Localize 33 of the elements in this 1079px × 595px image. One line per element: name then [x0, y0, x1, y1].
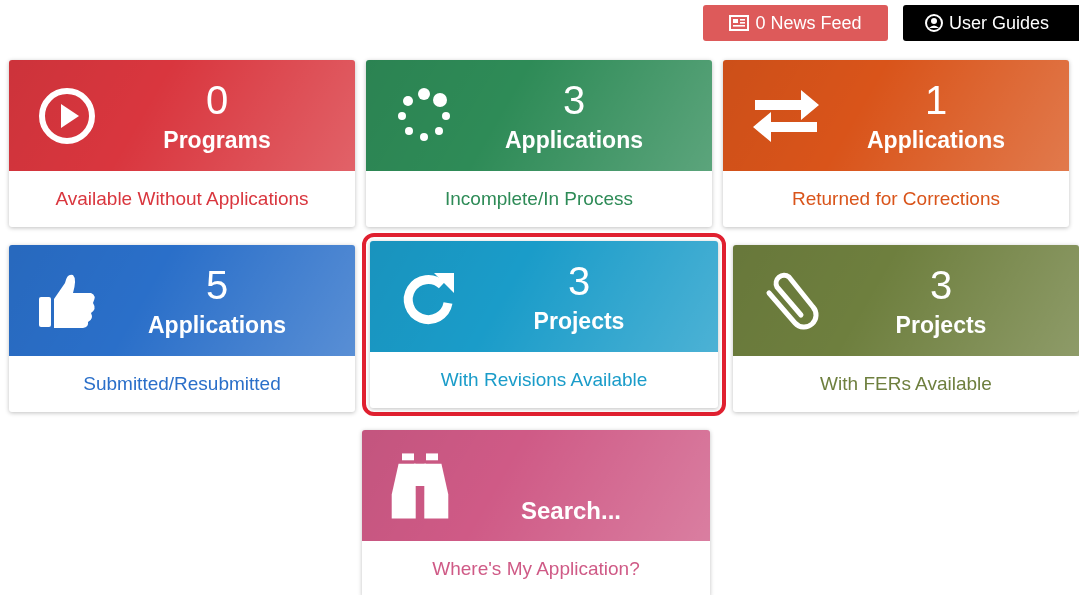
tile-subtitle: With Revisions Available — [440, 369, 648, 391]
tile-subtitle: With FERs Available — [820, 373, 992, 395]
tile-count: 1 — [924, 76, 948, 123]
tile-subtitle: Where's My Application? — [432, 558, 640, 580]
top-button[interactable]: User Guides — [903, 5, 1079, 41]
tile-title: Applications — [505, 125, 643, 155]
dashboard-tile[interactable]: Search... Where's My Application? — [362, 430, 710, 595]
dashboard-tile[interactable]: 0 Programs Available Without Applications — [9, 60, 355, 227]
tile-count: 3 — [567, 257, 591, 304]
tile-title: Applications — [867, 125, 1005, 155]
dashboard-tile[interactable]: 3 Projects With Revisions Available — [370, 241, 718, 408]
newspaper-icon — [729, 15, 750, 31]
dashboard-tile[interactable]: 3 Applications Incomplete/In Process — [366, 60, 712, 227]
dashboard-tile[interactable]: 3 Projects With FERs Available — [733, 245, 1079, 412]
dashboard-tile[interactable]: 1 Applications Returned for Corrections — [723, 60, 1069, 227]
tile-title: Projects — [895, 310, 987, 340]
tile-title: Applications — [148, 310, 286, 340]
tile-count: 0 — [205, 76, 229, 123]
top-button[interactable]: 0 News Feed — [703, 5, 888, 41]
tile-title: Search... — [520, 495, 622, 526]
tile-title: Projects — [533, 306, 625, 336]
user-circle-icon — [925, 14, 943, 32]
dashboard-tile[interactable]: 5 Applications Submitted/Resubmitted — [9, 245, 355, 412]
tile-count: 5 — [205, 261, 229, 308]
binoculars-icon — [390, 450, 450, 521]
tile-subtitle: Incomplete/In Process — [445, 188, 633, 210]
play-circle-icon — [37, 85, 97, 146]
tile-subtitle: Available Without Applications — [55, 188, 309, 210]
tile-title: Programs — [163, 125, 271, 155]
tile-count: 3 — [562, 76, 586, 123]
tile-subtitle: Returned for Corrections — [791, 188, 1000, 210]
tile-count: 3 — [929, 261, 953, 308]
tile-subtitle: Submitted/Resubmitted — [83, 373, 281, 395]
